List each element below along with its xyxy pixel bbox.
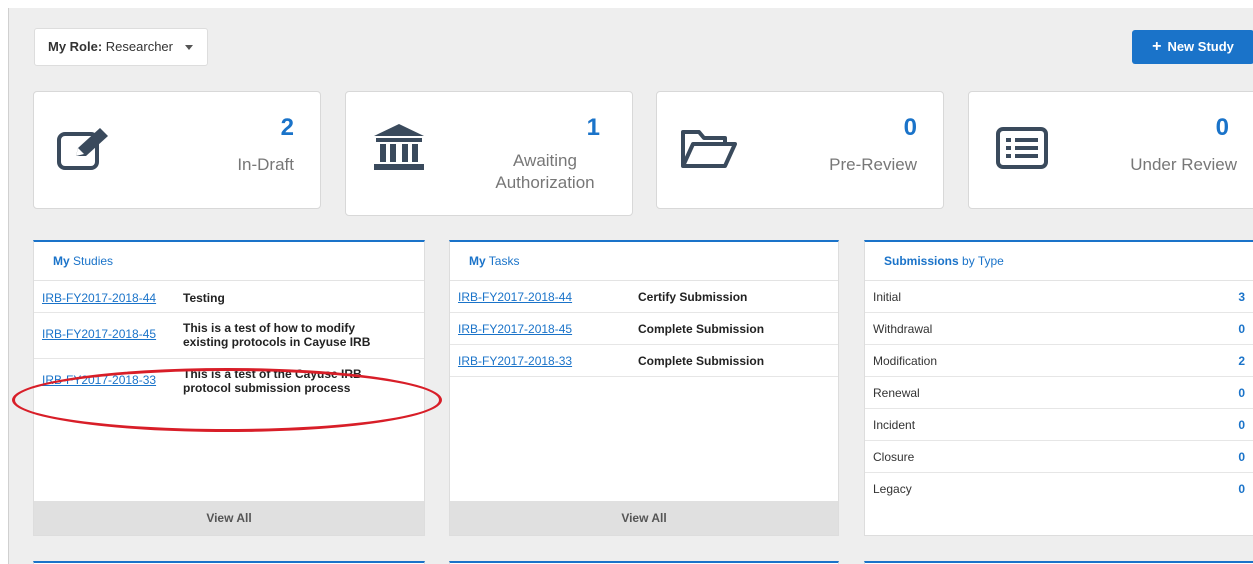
under-review-count: 0	[1215, 114, 1229, 141]
study-link[interactable]: IRB-FY2017-2018-33	[42, 373, 156, 387]
submission-type: Initial	[873, 289, 902, 304]
study-title: This is a test of the Cayuse IRB protoco…	[183, 367, 362, 395]
list-alt-icon	[995, 126, 1049, 175]
table-row: IRB-FY2017-2018-45 Complete Submission	[450, 313, 838, 345]
submission-count[interactable]: 2	[1238, 354, 1245, 368]
table-row: IRB-FY2017-2018-45 This is a test of how…	[34, 313, 424, 359]
table-row: IRB-FY2017-2018-44 Testing	[34, 281, 424, 313]
under-review-label: Under Review	[1130, 155, 1237, 174]
new-study-label: New Study	[1167, 39, 1234, 54]
study-link[interactable]: IRB-FY2017-2018-44	[42, 291, 156, 305]
stat-card-in-draft[interactable]: 2 In-Draft	[33, 91, 321, 209]
dashboard: My Role: Researcher + New Study 2 In-Draf…	[8, 8, 1253, 564]
submission-count[interactable]: 0	[1238, 418, 1245, 432]
task-study-link[interactable]: IRB-FY2017-2018-45	[458, 322, 572, 336]
list-item[interactable]: Legacy 0	[865, 473, 1253, 505]
my-tasks-title-rest: Tasks	[485, 254, 520, 268]
awaiting-count: 1	[586, 114, 600, 141]
submission-type: Legacy	[873, 482, 912, 496]
submission-type: Incident	[873, 417, 916, 432]
table-row: IRB-FY2017-2018-33 This is a test of the…	[34, 359, 424, 405]
institution-icon	[372, 122, 426, 177]
task-study-link[interactable]: IRB-FY2017-2018-33	[458, 354, 572, 368]
stat-card-under-review[interactable]: 0 Under Review	[968, 91, 1253, 209]
my-studies-panel: My Studies IRB-FY2017-2018-44 Testing IR…	[33, 240, 425, 536]
list-item[interactable]: Renewal 0	[865, 377, 1253, 409]
awaiting-label-text: Awaiting Authorization	[495, 151, 595, 192]
role-selector[interactable]: My Role: Researcher	[34, 28, 208, 66]
submission-count[interactable]: 0	[1238, 450, 1245, 464]
my-studies-title-rest: Studies	[69, 254, 114, 268]
in-draft-label: In-Draft	[237, 155, 294, 174]
submission-count[interactable]: 0	[1238, 322, 1245, 336]
task-name: Complete Submission	[638, 353, 765, 368]
study-link[interactable]: IRB-FY2017-2018-45	[42, 327, 156, 341]
pre-review-label: Pre-Review	[829, 155, 917, 174]
my-studies-title-bold: My	[53, 254, 70, 268]
task-name: Complete Submission	[638, 321, 765, 336]
my-tasks-title-bold: My	[469, 254, 486, 268]
submission-count[interactable]: 3	[1238, 290, 1245, 304]
caret-down-icon	[185, 45, 193, 50]
in-draft-count: 2	[280, 114, 294, 141]
stat-card-awaiting-authorization[interactable]: 1 Awaiting Authorization	[345, 91, 633, 216]
plus-icon: +	[1152, 38, 1162, 55]
awaiting-label: Awaiting Authorization	[490, 150, 600, 194]
folder-open-icon	[679, 126, 739, 175]
study-title: Testing	[183, 291, 225, 305]
table-row: IRB-FY2017-2018-33 Complete Submission	[450, 345, 838, 377]
submissions-by-type-panel: Submissions by Type Initial 3 Withdrawal 0…	[864, 240, 1253, 536]
submissions-title-bold: Submissions	[884, 254, 959, 268]
table-row: IRB-FY2017-2018-44 Certify Submission	[450, 281, 838, 313]
role-label: My Role:	[48, 39, 103, 54]
submissions-header: Submissions by Type	[865, 242, 1253, 281]
list-item[interactable]: Incident 0	[865, 409, 1253, 441]
role-value: Researcher	[105, 39, 173, 54]
submission-type: Modification	[873, 353, 938, 368]
list-item[interactable]: Closure 0	[865, 441, 1253, 473]
task-study-link[interactable]: IRB-FY2017-2018-44	[458, 290, 572, 304]
submission-type: Withdrawal	[873, 321, 933, 336]
list-item[interactable]: Withdrawal 0	[865, 313, 1253, 345]
list-item[interactable]: Modification 2	[865, 345, 1253, 377]
pre-review-count: 0	[903, 114, 917, 141]
my-studies-view-all-button[interactable]: View All	[34, 501, 424, 535]
submission-count[interactable]: 0	[1238, 482, 1245, 496]
stat-card-pre-review[interactable]: 0 Pre-Review	[656, 91, 944, 209]
my-studies-header: My Studies	[34, 242, 424, 281]
study-title: This is a test of how to modify existing…	[183, 321, 371, 349]
list-item[interactable]: Initial 3	[865, 281, 1253, 313]
my-tasks-panel: My Tasks IRB-FY2017-2018-44 Certify Subm…	[449, 240, 839, 536]
submission-count[interactable]: 0	[1238, 386, 1245, 400]
task-name: Certify Submission	[638, 289, 748, 304]
my-tasks-view-all-button[interactable]: View All	[450, 501, 838, 535]
submissions-title-rest: by Type	[958, 254, 1004, 268]
submission-type: Closure	[873, 449, 915, 464]
my-tasks-header: My Tasks	[450, 242, 838, 281]
edit-icon	[56, 126, 112, 177]
submission-type: Renewal	[873, 385, 920, 400]
new-study-button[interactable]: + New Study	[1132, 30, 1253, 64]
